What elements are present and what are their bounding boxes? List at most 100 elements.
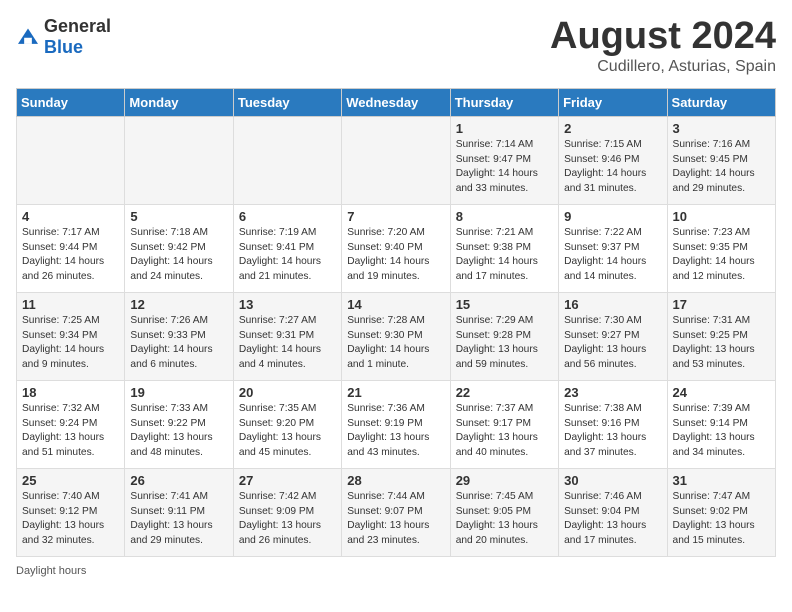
day-number: 18 [22, 385, 119, 400]
calendar-cell: 26Sunrise: 7:41 AM Sunset: 9:11 PM Dayli… [125, 468, 233, 556]
calendar-cell: 4 Sunrise: 7:17 AM Sunset: 9:44 PM Daylig… [17, 204, 125, 292]
calendar-cell: 17 Sunrise: 7:31 AM Sunset: 9:25 PM Dayli… [667, 292, 775, 380]
footer-note: Daylight hours [16, 565, 776, 577]
day-info: Sunrise: 7:30 AM Sunset: 9:27 PM Dayligh… [564, 314, 661, 373]
day-number: 5 [130, 209, 227, 224]
day-number: 23 [564, 385, 661, 400]
header-day: Tuesday [233, 88, 341, 116]
calendar-cell: 16 Sunrise: 7:30 AM Sunset: 9:27 PM Dayli… [559, 292, 667, 380]
day-info: Sunrise: 7:47 AM Sunset: 9:02 PM Dayligh… [673, 490, 770, 549]
calendar-cell: 5 Sunrise: 7:18 AM Sunset: 9:42 PM Daylig… [125, 204, 233, 292]
calendar-cell: 1 Sunrise: 7:14 AM Sunset: 9:47 PM Daylig… [450, 116, 558, 204]
day-info: Sunrise: 7:25 AM Sunset: 9:34 PM Dayligh… [22, 314, 119, 373]
day-number: 20 [239, 385, 336, 400]
day-info: Sunrise: 7:31 AM Sunset: 9:25 PM Dayligh… [673, 314, 770, 373]
header-day: Friday [559, 88, 667, 116]
calendar-cell: 7Sunrise: 7:20 AM Sunset: 9:40 PM Daylig… [342, 204, 450, 292]
calendar-cell: 12 Sunrise: 7:26 AM Sunset: 9:33 PM Dayli… [125, 292, 233, 380]
day-info: Sunrise: 7:18 AM Sunset: 9:42 PM Dayligh… [130, 226, 227, 285]
calendar-cell: 2 Sunrise: 7:15 AM Sunset: 9:46 PM Daylig… [559, 116, 667, 204]
logo: General Blue [16, 16, 111, 58]
day-info: Sunrise: 7:21 AM Sunset: 9:38 PM Dayligh… [456, 226, 553, 285]
calendar-row: 1 Sunrise: 7:14 AM Sunset: 9:47 PM Daylig… [17, 116, 776, 204]
logo-blue: Blue [44, 37, 83, 57]
day-number: 28 [347, 473, 444, 488]
calendar-cell: 21Sunrise: 7:36 AM Sunset: 9:19 PM Dayli… [342, 380, 450, 468]
daylight-label: Daylight hours [16, 565, 86, 577]
day-info: Sunrise: 7:26 AM Sunset: 9:33 PM Dayligh… [130, 314, 227, 373]
day-info: Sunrise: 7:42 AM Sunset: 9:09 PM Dayligh… [239, 490, 336, 549]
calendar-cell: 22 Sunrise: 7:37 AM Sunset: 9:17 PM Dayli… [450, 380, 558, 468]
calendar-cell: 18 Sunrise: 7:32 AM Sunset: 9:24 PM Dayli… [17, 380, 125, 468]
day-info: Sunrise: 7:15 AM Sunset: 9:46 PM Dayligh… [564, 138, 661, 197]
day-info: Sunrise: 7:32 AM Sunset: 9:24 PM Dayligh… [22, 402, 119, 461]
day-number: 27 [239, 473, 336, 488]
header-day: Thursday [450, 88, 558, 116]
day-number: 21 [347, 385, 444, 400]
day-number: 25 [22, 473, 119, 488]
day-info: Sunrise: 7:46 AM Sunset: 9:04 PM Dayligh… [564, 490, 661, 549]
day-info: Sunrise: 7:44 AM Sunset: 9:07 PM Dayligh… [347, 490, 444, 549]
calendar-cell [233, 116, 341, 204]
day-number: 12 [130, 297, 227, 312]
day-info: Sunrise: 7:29 AM Sunset: 9:28 PM Dayligh… [456, 314, 553, 373]
calendar-row: 25 Sunrise: 7:40 AM Sunset: 9:12 PM Dayli… [17, 468, 776, 556]
calendar-cell: 20 Sunrise: 7:35 AM Sunset: 9:20 PM Dayli… [233, 380, 341, 468]
header-day: Monday [125, 88, 233, 116]
calendar-cell: 14Sunrise: 7:28 AM Sunset: 9:30 PM Dayli… [342, 292, 450, 380]
day-number: 17 [673, 297, 770, 312]
day-info: Sunrise: 7:19 AM Sunset: 9:41 PM Dayligh… [239, 226, 336, 285]
day-number: 1 [456, 121, 553, 136]
calendar-cell: 29Sunrise: 7:45 AM Sunset: 9:05 PM Dayli… [450, 468, 558, 556]
day-number: 16 [564, 297, 661, 312]
calendar-cell [125, 116, 233, 204]
calendar-cell: 15 Sunrise: 7:29 AM Sunset: 9:28 PM Dayli… [450, 292, 558, 380]
calendar-row: 4 Sunrise: 7:17 AM Sunset: 9:44 PM Daylig… [17, 204, 776, 292]
calendar-cell: 6Sunrise: 7:19 AM Sunset: 9:41 PM Daylig… [233, 204, 341, 292]
day-number: 4 [22, 209, 119, 224]
calendar-cell: 13Sunrise: 7:27 AM Sunset: 9:31 PM Dayli… [233, 292, 341, 380]
header-row: SundayMondayTuesdayWednesdayThursdayFrid… [17, 88, 776, 116]
day-number: 8 [456, 209, 553, 224]
page-header: General Blue August 2024 Cudillero, Astu… [16, 16, 776, 76]
day-info: Sunrise: 7:41 AM Sunset: 9:11 PM Dayligh… [130, 490, 227, 549]
day-number: 29 [456, 473, 553, 488]
calendar-cell [342, 116, 450, 204]
day-info: Sunrise: 7:23 AM Sunset: 9:35 PM Dayligh… [673, 226, 770, 285]
subtitle: Cudillero, Asturias, Spain [550, 58, 776, 76]
day-number: 10 [673, 209, 770, 224]
calendar-cell: 24Sunrise: 7:39 AM Sunset: 9:14 PM Dayli… [667, 380, 775, 468]
day-info: Sunrise: 7:17 AM Sunset: 9:44 PM Dayligh… [22, 226, 119, 285]
calendar-cell: 23 Sunrise: 7:38 AM Sunset: 9:16 PM Dayli… [559, 380, 667, 468]
day-number: 22 [456, 385, 553, 400]
calendar-cell: 10 Sunrise: 7:23 AM Sunset: 9:35 PM Dayli… [667, 204, 775, 292]
day-info: Sunrise: 7:40 AM Sunset: 9:12 PM Dayligh… [22, 490, 119, 549]
logo-general: General [44, 16, 111, 36]
calendar-cell: 30 Sunrise: 7:46 AM Sunset: 9:04 PM Dayli… [559, 468, 667, 556]
day-number: 24 [673, 385, 770, 400]
day-number: 15 [456, 297, 553, 312]
main-title: August 2024 [550, 16, 776, 58]
calendar-cell: 31 Sunrise: 7:47 AM Sunset: 9:02 PM Dayli… [667, 468, 775, 556]
day-number: 2 [564, 121, 661, 136]
calendar-table: SundayMondayTuesdayWednesdayThursdayFrid… [16, 88, 776, 557]
day-info: Sunrise: 7:28 AM Sunset: 9:30 PM Dayligh… [347, 314, 444, 373]
day-info: Sunrise: 7:35 AM Sunset: 9:20 PM Dayligh… [239, 402, 336, 461]
calendar-cell: 8 Sunrise: 7:21 AM Sunset: 9:38 PM Daylig… [450, 204, 558, 292]
calendar-cell [17, 116, 125, 204]
logo-icon [16, 27, 40, 47]
calendar-row: 18 Sunrise: 7:32 AM Sunset: 9:24 PM Dayli… [17, 380, 776, 468]
day-info: Sunrise: 7:37 AM Sunset: 9:17 PM Dayligh… [456, 402, 553, 461]
header-day: Saturday [667, 88, 775, 116]
title-section: August 2024 Cudillero, Asturias, Spain [550, 16, 776, 76]
day-info: Sunrise: 7:14 AM Sunset: 9:47 PM Dayligh… [456, 138, 553, 197]
day-number: 30 [564, 473, 661, 488]
day-number: 7 [347, 209, 444, 224]
day-number: 19 [130, 385, 227, 400]
day-number: 31 [673, 473, 770, 488]
day-info: Sunrise: 7:38 AM Sunset: 9:16 PM Dayligh… [564, 402, 661, 461]
calendar-cell: 9Sunrise: 7:22 AM Sunset: 9:37 PM Daylig… [559, 204, 667, 292]
calendar-cell: 25 Sunrise: 7:40 AM Sunset: 9:12 PM Dayli… [17, 468, 125, 556]
calendar-cell: 27 Sunrise: 7:42 AM Sunset: 9:09 PM Dayli… [233, 468, 341, 556]
day-number: 13 [239, 297, 336, 312]
